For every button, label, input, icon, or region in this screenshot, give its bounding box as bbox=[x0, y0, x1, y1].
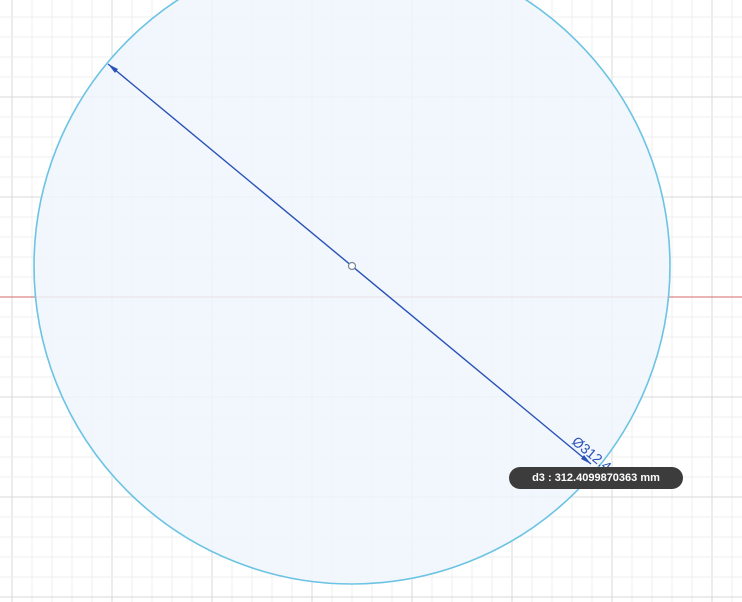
sketch-circle[interactable] bbox=[33, 0, 671, 585]
sketch-canvas[interactable]: Ø312.4 bbox=[0, 0, 742, 602]
center-point[interactable] bbox=[347, 261, 357, 271]
dimension-value-tooltip: d3 : 312.4099870363 mm bbox=[509, 467, 683, 489]
